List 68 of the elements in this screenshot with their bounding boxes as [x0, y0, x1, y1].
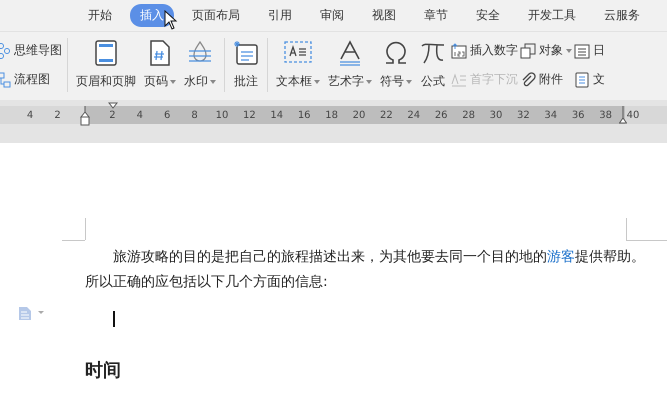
ribbon-button[interactable]: 附件 [520, 71, 572, 88]
right-indent-icon [619, 106, 627, 124]
ruler-number: 4 [136, 110, 143, 122]
ribbon-button[interactable]: 艺术字 [325, 38, 375, 92]
first-line-indent-icon [108, 102, 118, 109]
ribbon-button[interactable]: 水印 [181, 38, 219, 92]
header-footer-icon [94, 40, 118, 66]
ruler-number: 14 [270, 110, 284, 122]
ribbon-tab[interactable]: 审阅 [310, 4, 354, 27]
ribbon-tab[interactable]: 章节 [414, 4, 458, 27]
mind-map-icon [0, 42, 11, 58]
ribbon-button[interactable]: 符号 [377, 38, 415, 92]
indent-marker-icon [80, 106, 90, 126]
ribbon-button[interactable]: 文 [574, 71, 605, 88]
pointer-cursor-icon [164, 10, 178, 30]
comment-icon [233, 40, 259, 66]
ruler-number: 6 [164, 110, 170, 122]
paragraph-options-icon [18, 306, 44, 320]
link[interactable]: 游客 [547, 249, 575, 265]
ribbon-button[interactable]: 日 [574, 42, 605, 59]
ruler-number: 18 [325, 110, 338, 122]
ribbon-button[interactable]: 页码 [141, 38, 179, 92]
ribbon-tab[interactable]: 视图 [362, 4, 406, 27]
ribbon-button[interactable]: 公式 [417, 38, 449, 92]
drop-cap-icon [451, 72, 467, 88]
ribbon-tab[interactable]: 页面布局 [182, 4, 250, 27]
ruler-number: 30 [490, 110, 502, 122]
ruler-number: 20 [352, 110, 366, 122]
text-cursor [113, 311, 115, 327]
ribbon-button[interactable]: 对象 [520, 42, 572, 59]
omega-icon [383, 40, 409, 66]
text-box-icon [284, 40, 312, 64]
ribbon-tab[interactable]: 云服务 [594, 4, 650, 27]
ruler-number: 24 [407, 110, 420, 122]
ruler-number: 2 [109, 110, 116, 122]
ribbon-tab[interactable]: 开发工具 [518, 4, 586, 27]
ribbon-button[interactable]: 流程图 [0, 71, 62, 88]
ribbon-tab[interactable]: 安全 [466, 4, 510, 27]
ribbon-tab[interactable]: 引用 [258, 4, 302, 27]
flowchart-icon [0, 72, 11, 88]
paragraph-text: 旅游攻略的目的是把自己的旅程描述出来，为其他要去同一个目的地的游客提供帮助。所以正确的应包括以下几个方面的信息: [85, 248, 646, 292]
ruler-number: 12 [243, 110, 256, 122]
object-icon [520, 42, 536, 58]
ruler-number: 10 [216, 110, 228, 122]
number-icon [451, 42, 467, 58]
ruler-number: 16 [298, 110, 311, 122]
ruler-number: 38 [599, 110, 612, 122]
ribbon-button[interactable]: 思维导图 [0, 42, 62, 59]
ruler-number: 22 [380, 110, 393, 122]
ribbon-tab[interactable]: 开始 [78, 4, 122, 27]
ribbon-button[interactable]: 文本框 [273, 38, 323, 92]
ruler-number: 2 [54, 110, 61, 122]
heading-text: 时间 [85, 359, 121, 382]
ribbon-button[interactable]: 插入数字 [451, 42, 518, 59]
ruler-number: 26 [434, 110, 448, 122]
ribbon-button[interactable]: 页眉和页脚 [73, 38, 139, 92]
ruler-number: 40 [626, 110, 640, 122]
ruler-number: 28 [462, 110, 475, 122]
ruler-number: 8 [191, 110, 198, 122]
ruler-number: 32 [517, 110, 530, 122]
ruler-number: 36 [572, 110, 585, 122]
ruler-number: 4 [26, 110, 34, 122]
paperclip-icon [520, 72, 536, 88]
ribbon-button[interactable]: 批注 [230, 38, 262, 92]
document-icon [574, 72, 590, 88]
word-art-icon [337, 40, 363, 66]
ruler-number: 34 [544, 110, 558, 122]
page-number-icon [149, 40, 171, 66]
